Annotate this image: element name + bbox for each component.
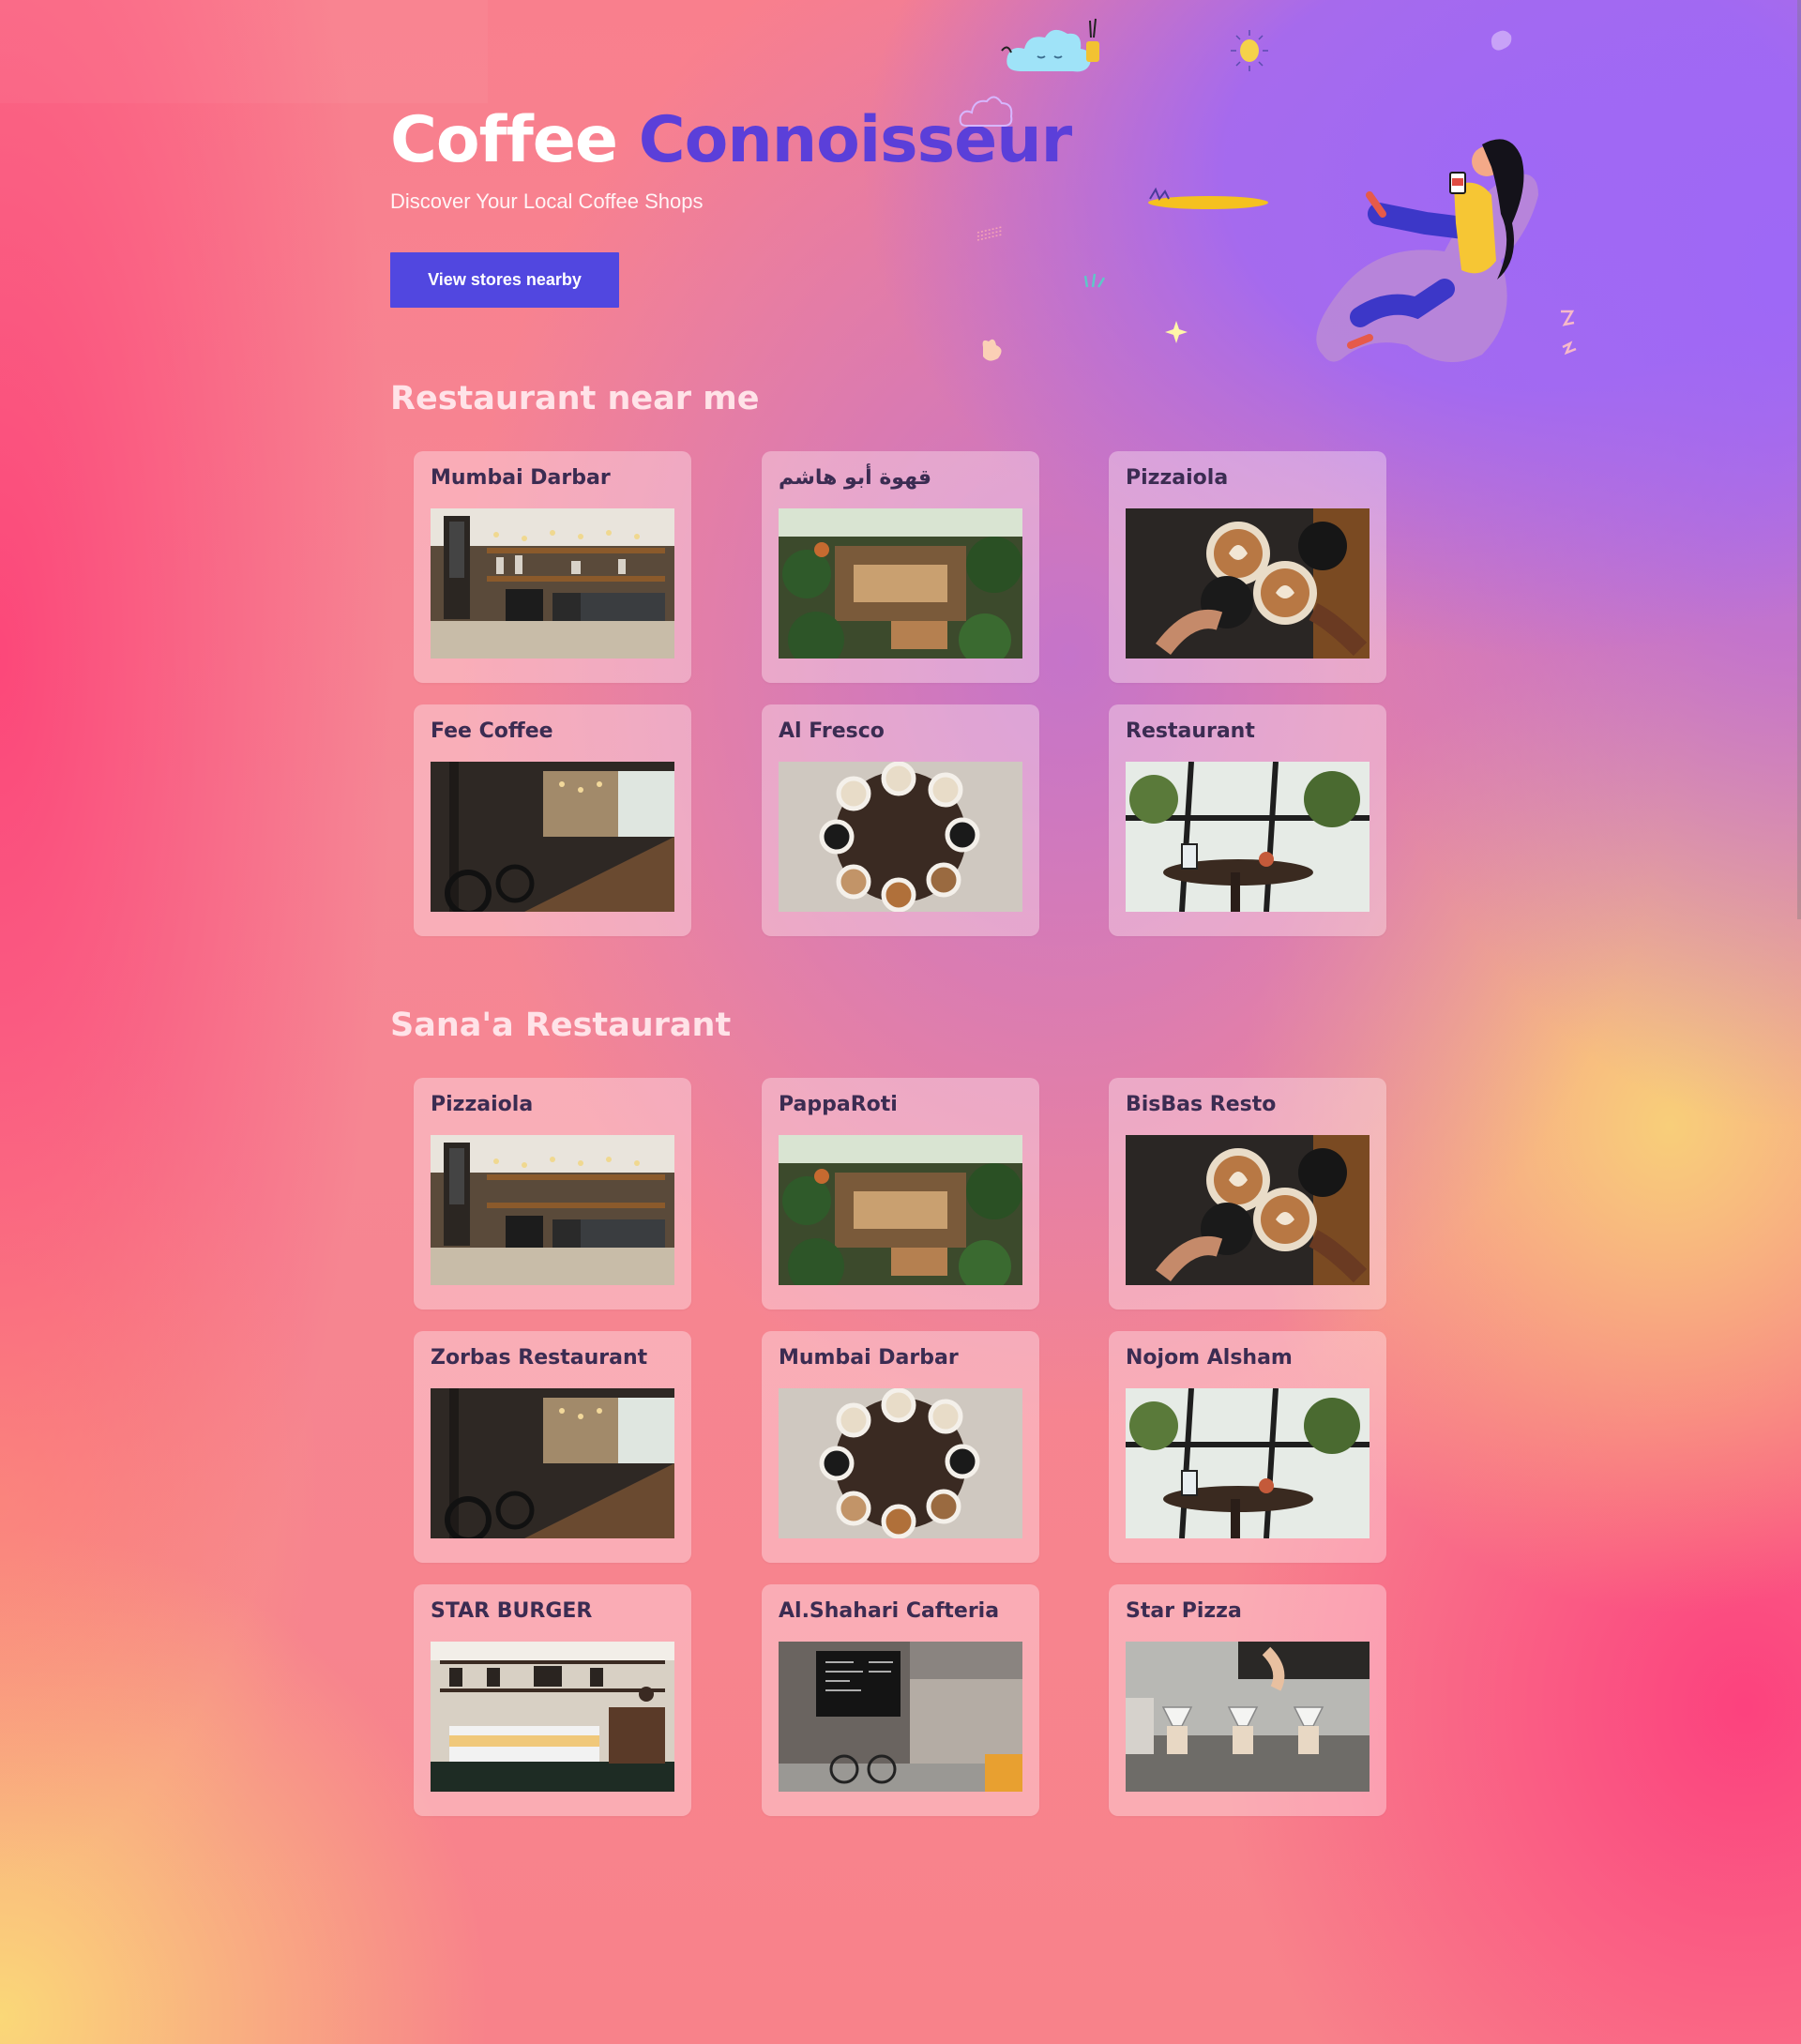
card-title: Nojom Alsham [1126,1346,1293,1370]
card-title: Pizzaiola [1126,466,1229,490]
sparkle-icon [1165,321,1188,343]
blob-icon [982,339,1002,361]
restaurant-card[interactable]: Zorbas Restaurant [414,1331,691,1563]
restaurant-card[interactable]: Mumbai Darbar [762,1331,1039,1563]
section-title-restaurants-near-me: Restaurant near me [390,380,760,417]
card-title: Mumbai Darbar [431,466,611,490]
card-title: Al Fresco [779,719,885,743]
card-title: Al.Shahari Cafteria [779,1599,1000,1623]
cafe-counter-image [431,508,674,659]
restaurant-card[interactable]: Star Pizza [1109,1584,1386,1816]
cups-table-image [779,1388,1022,1538]
restaurant-card[interactable]: Al.Shahari Cafteria [762,1584,1039,1816]
cafe-hall-image [431,762,674,912]
bakery-counter-image [431,1642,674,1792]
restaurant-card[interactable]: BisBas Resto [1109,1078,1386,1310]
card-title: Mumbai Darbar [779,1346,959,1370]
garden-cafe-image [779,1135,1022,1285]
restaurant-card[interactable]: PappaRoti [762,1078,1039,1310]
restaurant-card[interactable]: Restaurant [1109,704,1386,936]
grass-icon [1083,273,1106,288]
scrollbar[interactable] [1797,0,1801,919]
card-title: Star Pizza [1126,1599,1242,1623]
restaurant-card[interactable]: Al Fresco [762,704,1039,936]
outline-cloud-icon [959,96,1013,127]
restaurant-card[interactable]: قهوة أبو هاشم [762,451,1039,683]
card-title: Pizzaiola [431,1093,534,1116]
petal-icon [1491,30,1512,51]
card-title: Zorbas Restaurant [431,1346,648,1370]
restaurant-card[interactable]: Fee Coffee [414,704,691,936]
restaurant-card[interactable]: Nojom Alsham [1109,1331,1386,1563]
garden-cafe-image [779,508,1022,659]
latte-cheers-image [1126,508,1370,659]
top-strip [0,0,488,103]
cloud-icon [1001,18,1099,72]
restaurant-card[interactable]: STAR BURGER [414,1584,691,1816]
restaurant-card[interactable]: Pizzaiola [414,1078,691,1310]
cups-table-image [779,762,1022,912]
card-title: Restaurant [1126,719,1255,743]
card-title: قهوة أبو هاشم [779,466,932,490]
latte-cheers-image [1126,1135,1370,1285]
page-subtitle: Discover Your Local Coffee Shops [390,189,704,213]
card-title: STAR BURGER [431,1599,593,1623]
floating-disc-icon [1148,187,1268,209]
menu-board-cafe-image [779,1642,1022,1792]
cafe-counter-image [431,1135,674,1285]
sun-icon [1231,30,1268,71]
window-table-image [1126,762,1370,912]
view-stores-button[interactable]: View stores nearby [390,252,619,308]
section-title-sanaa-restaurant: Sana'a Restaurant [390,1007,732,1044]
title-part-1: Coffee [390,103,618,177]
window-table-image [1126,1388,1370,1538]
hatch-icon [976,226,1003,241]
card-title: BisBas Resto [1126,1093,1277,1116]
cafe-hall-image [431,1388,674,1538]
restaurant-card[interactable]: Mumbai Darbar [414,451,691,683]
card-title: PappaRoti [779,1093,898,1116]
restaurant-card[interactable]: Pizzaiola [1109,451,1386,683]
hero-illustration [1316,139,1538,362]
card-title: Fee Coffee [431,719,553,743]
pour-over-image [1126,1642,1370,1792]
